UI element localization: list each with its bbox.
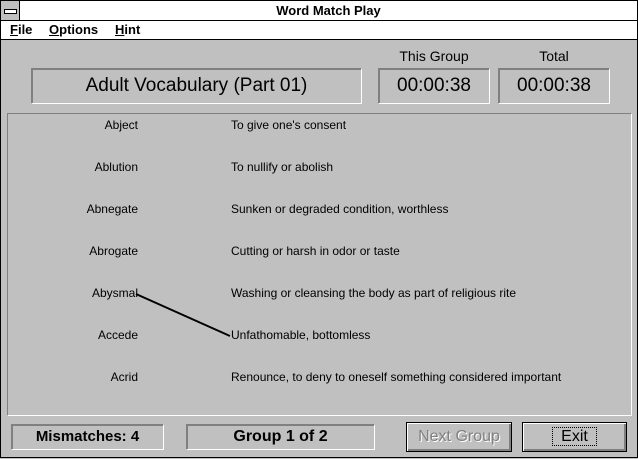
word-abysmal[interactable]: Abysmal xyxy=(8,286,138,300)
definition-6[interactable]: Unfathomable, bottomless xyxy=(231,328,370,342)
mismatches-count: Mismatches: 4 xyxy=(35,428,140,445)
menu-bar: File Options Hint xyxy=(1,21,637,40)
group-indicator-box: Group 1 of 2 xyxy=(186,424,375,450)
definition-3[interactable]: Sunken or degraded condition, worthless xyxy=(231,202,448,216)
system-menu-button[interactable] xyxy=(1,1,20,20)
group-title: Adult Vocabulary (Part 01) xyxy=(85,75,308,96)
menu-options[interactable]: Options xyxy=(49,21,98,39)
this-group-timer: 00:00:38 xyxy=(397,75,471,96)
group-title-box: Adult Vocabulary (Part 01) xyxy=(31,68,362,104)
menu-hint[interactable]: Hint xyxy=(115,21,140,39)
this-group-timer-box: 00:00:38 xyxy=(378,68,490,104)
total-timer-box: 00:00:38 xyxy=(498,68,610,104)
exit-label: Exit xyxy=(552,427,597,446)
word-abrogate[interactable]: Abrogate xyxy=(8,244,138,258)
word-abnegate[interactable]: Abnegate xyxy=(8,202,138,216)
exit-button[interactable]: Exit xyxy=(522,422,627,452)
menu-file[interactable]: File xyxy=(10,21,32,39)
total-label: Total xyxy=(539,48,569,64)
definition-7[interactable]: Renounce, to deny to oneself something c… xyxy=(231,370,561,384)
this-group-label: This Group xyxy=(399,48,469,64)
group-indicator: Group 1 of 2 xyxy=(233,428,328,445)
definition-2[interactable]: To nullify or abolish xyxy=(231,160,333,174)
mismatches-box: Mismatches: 4 xyxy=(11,424,164,450)
word-ablution[interactable]: Ablution xyxy=(8,160,138,174)
word-accede[interactable]: Accede xyxy=(8,328,138,342)
window-title: Word Match Play xyxy=(276,3,381,18)
app-window: Word Match Play File Options Hint This G… xyxy=(0,0,638,458)
definition-4[interactable]: Cutting or harsh in odor or taste xyxy=(231,244,400,258)
definition-5[interactable]: Washing or cleansing the body as part of… xyxy=(231,286,516,300)
definition-1[interactable]: To give one's consent xyxy=(231,118,346,132)
system-menu-icon xyxy=(4,9,17,14)
next-group-button[interactable]: Next Group xyxy=(406,422,512,452)
word-acrid[interactable]: Acrid xyxy=(8,370,138,384)
total-timer: 00:00:38 xyxy=(517,75,591,96)
title-bar: Word Match Play xyxy=(1,1,637,21)
word-abject[interactable]: Abject xyxy=(8,118,138,132)
